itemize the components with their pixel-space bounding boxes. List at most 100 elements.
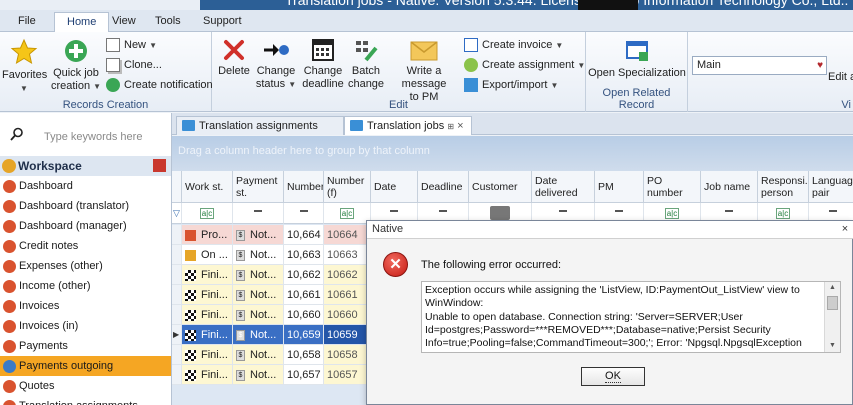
cell-value: Fini... — [201, 289, 228, 301]
column-header-label: Payment st. — [236, 175, 278, 199]
ok-button[interactable]: OK — [581, 367, 645, 386]
sidebar-item-label: Payments — [19, 340, 68, 352]
tab-translation-assignments[interactable]: Translation assignments — [176, 116, 344, 135]
column-header[interactable]: Work st. — [182, 171, 233, 203]
edit-view-button[interactable]: Edit a — [828, 68, 853, 86]
write-message-button[interactable]: Write a message to PM — [398, 38, 450, 104]
create-assignment-button[interactable]: Create assignment ▼ — [464, 56, 585, 74]
column-filter-cell[interactable]: a|c — [182, 203, 233, 224]
quick-access-toolbar[interactable] — [0, 0, 200, 10]
export-import-button[interactable]: Export/import ▼ — [464, 76, 558, 94]
column-filter-cell[interactable] — [284, 203, 324, 224]
delete-button[interactable]: Delete — [214, 38, 254, 78]
quick-job-creation-button[interactable]: Quick job creation ▼ — [50, 38, 102, 93]
sidebar-item[interactable]: Payments outgoing — [0, 356, 171, 376]
column-header[interactable]: Deadline — [418, 171, 469, 203]
table-cell: $ Not... — [233, 245, 284, 265]
sidebar-item[interactable]: Quotes — [0, 376, 171, 396]
batch-change-button[interactable]: Batch change — [346, 38, 386, 91]
error-details-text: Exception occurs while assigning the 'Li… — [425, 284, 802, 350]
error-details-scrollbar[interactable]: ▲ ▼ — [824, 282, 840, 352]
column-header[interactable]: PM — [595, 171, 644, 203]
column-filter-cell[interactable] — [233, 203, 284, 224]
sidebar-item-icon — [3, 300, 16, 313]
column-header[interactable]: Job name — [701, 171, 758, 203]
column-header[interactable]: Date delivered — [532, 171, 595, 203]
open-specialization-button[interactable]: Open Specialization — [588, 40, 686, 80]
workspace-header[interactable]: Workspace — [0, 156, 171, 176]
checkered-flag-icon — [185, 289, 196, 301]
tab-support[interactable]: Support — [191, 12, 254, 32]
create-notification-button[interactable]: Create notification — [106, 76, 213, 94]
sidebar-item[interactable]: Credit notes — [0, 236, 171, 256]
change-status-button[interactable]: Change status ▼ — [254, 38, 298, 91]
scroll-down-icon[interactable]: ▼ — [825, 340, 840, 352]
workspace-label: Workspace — [18, 159, 82, 173]
sidebar-item[interactable]: Dashboard (manager) — [0, 216, 171, 236]
column-header[interactable]: Customer — [469, 171, 532, 203]
sidebar-search[interactable]: Type keywords here — [0, 113, 171, 153]
table-cell: 10659 — [324, 325, 371, 345]
tab-file[interactable]: File — [6, 12, 48, 32]
sidebar-item[interactable]: Income (other) — [0, 276, 171, 296]
sidebar-item[interactable]: Translation assignments — [0, 396, 171, 405]
group-by-bar[interactable]: Drag a column header here to group by th… — [172, 136, 853, 171]
tab-tools[interactable]: Tools — [143, 12, 193, 32]
batch-change-label: Batch change — [347, 65, 385, 90]
dialog-close-button[interactable]: × — [838, 221, 852, 238]
column-header-label: PO number — [647, 175, 683, 199]
cell-value: Not... — [250, 329, 277, 341]
cell-value: 10662 — [327, 269, 358, 281]
sidebar-item[interactable]: Expenses (other) — [0, 256, 171, 276]
tab-view[interactable]: View — [100, 12, 148, 32]
view-combo-value: Main — [697, 59, 721, 71]
text-filter-icon: a|c — [199, 208, 215, 219]
document-tabs: Translation assignments Translation jobs… — [172, 113, 853, 135]
scroll-thumb[interactable] — [827, 296, 838, 310]
new-button[interactable]: New ▼ — [106, 36, 157, 54]
column-header[interactable]: Payment st. — [233, 171, 284, 203]
export-import-label: Export/import — [482, 79, 548, 91]
sidebar-item[interactable]: Dashboard — [0, 176, 171, 196]
column-header[interactable]: Language pair — [809, 171, 853, 203]
table-cell: 10,659 — [284, 325, 324, 345]
cell-value: 10,661 — [287, 289, 321, 301]
scroll-up-icon[interactable]: ▲ — [825, 282, 840, 294]
favorites-button[interactable]: Favorites ▼ — [2, 38, 47, 95]
sidebar-item[interactable]: Invoices — [0, 296, 171, 316]
error-details-box[interactable]: Exception occurs while assigning the 'Li… — [421, 281, 841, 353]
table-cell: Fini... — [182, 325, 233, 345]
cell-value: Not... — [250, 249, 277, 261]
close-tab-icon[interactable]: × — [457, 120, 463, 132]
pin-icon[interactable]: ⊞ — [447, 122, 454, 131]
tab-translation-jobs[interactable]: Translation jobs ⊞ × — [344, 116, 472, 135]
sidebar-item[interactable]: Dashboard (translator) — [0, 196, 171, 216]
delete-x-icon — [224, 40, 244, 60]
table-cell: $ Not... — [233, 225, 284, 245]
column-header[interactable]: PO number — [644, 171, 701, 203]
column-header[interactable]: Number (f) — [324, 171, 371, 203]
column-header-label: Number (f) — [327, 175, 365, 199]
workspace-close-icon[interactable] — [153, 159, 166, 172]
cell-value: 10659 — [327, 329, 358, 341]
open-related-record-label: Open Related Record — [602, 87, 671, 111]
column-header[interactable]: Number — [284, 171, 324, 203]
table-cell: 10663 — [324, 245, 371, 265]
table-cell: 10664 — [324, 225, 371, 245]
column-filter-cell[interactable]: a|c — [324, 203, 371, 224]
change-deadline-button[interactable]: Change deadline — [300, 38, 346, 91]
sidebar-item-icon — [3, 380, 16, 393]
create-invoice-button[interactable]: Create invoice ▼ — [464, 36, 563, 54]
equals-filter-icon — [828, 210, 837, 212]
column-header[interactable]: Responsi... person — [758, 171, 809, 203]
sidebar-item[interactable]: Invoices (in) — [0, 316, 171, 336]
sidebar-item[interactable]: Payments — [0, 336, 171, 356]
clone-button[interactable]: Clone... — [106, 56, 162, 74]
column-header[interactable]: Date — [371, 171, 418, 203]
view-group-label: Vi — [841, 99, 851, 111]
star-icon — [10, 38, 38, 65]
table-cell: Fini... — [182, 265, 233, 285]
filter-icon[interactable]: ▽ — [172, 203, 182, 224]
view-selector-combo[interactable]: Main ♥ — [692, 56, 827, 75]
title-logo — [578, 0, 638, 10]
